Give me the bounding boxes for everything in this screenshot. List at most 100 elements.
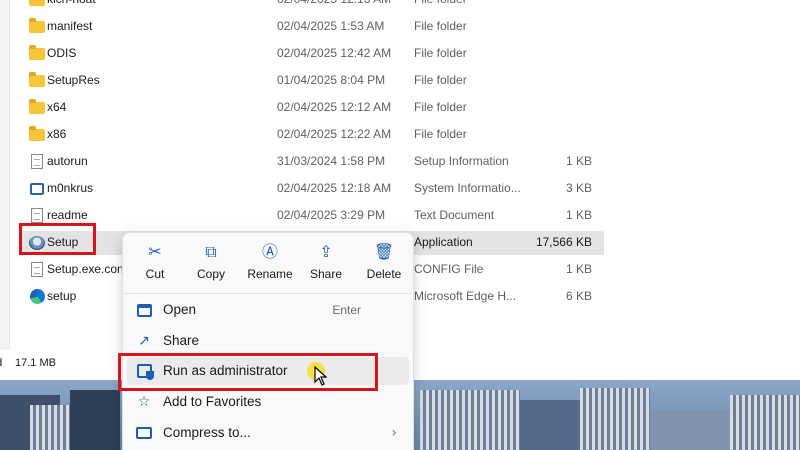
- file-row-x86[interactable]: x86 02/04/2025 12:22 AM File folder: [20, 121, 600, 148]
- file-icon-cell: [28, 283, 46, 310]
- file-row-x64[interactable]: x64 02/04/2025 12:12 AM File folder: [20, 94, 600, 121]
- file-name[interactable]: ODIS: [47, 40, 129, 67]
- quick-action-label: Rename: [247, 267, 293, 281]
- file-type: File folder: [414, 127, 467, 141]
- setup-highlight-box: [19, 223, 96, 255]
- file-type: File folder: [414, 73, 467, 87]
- file-size: 17,566 KB: [535, 235, 592, 249]
- copy-icon: ⧉: [205, 242, 217, 261]
- delete-icon: 🗑: [373, 242, 395, 261]
- shortcut-hint: Enter: [332, 303, 361, 317]
- folder-icon: [29, 71, 45, 87]
- file-size: 1 KB: [565, 262, 592, 276]
- file-row-setupres[interactable]: SetupRes 01/04/2025 8:04 PM File folder: [20, 67, 600, 94]
- menu-item-label: Open: [163, 302, 197, 317]
- file-icon-cell: [28, 94, 46, 121]
- quick-action-label: Copy: [196, 267, 225, 281]
- file-row-kich-hoat[interactable]: kich-hoat 02/04/2025 12:13 AM File folder: [20, 0, 600, 13]
- file-name[interactable]: autorun: [47, 148, 129, 175]
- file-date-modified: 02/04/2025 3:29 PM: [277, 208, 386, 222]
- open-icon: [135, 301, 153, 319]
- file-date-modified: 02/04/2025 1:53 AM: [277, 19, 385, 33]
- menu-item-open[interactable]: Open Enter: [127, 296, 409, 324]
- status-selected-size: 17.1 MB: [15, 357, 56, 369]
- file-type: File folder: [414, 0, 524, 13]
- setup-info-icon: [31, 154, 43, 169]
- delete-button[interactable]: 🗑 Delete: [356, 241, 412, 285]
- file-row-autorun[interactable]: autorun 31/03/2024 1:58 PM Setup Informati…: [20, 148, 600, 175]
- share-icon: ↗: [138, 333, 150, 349]
- folder-icon: [29, 0, 45, 6]
- file-type: Text Document: [414, 208, 495, 222]
- compress-icon: [135, 424, 153, 442]
- file-icon-cell: [28, 0, 46, 13]
- share-icon: ⇪: [319, 242, 333, 261]
- file-type: Application: [414, 235, 473, 249]
- quick-actions-bar: ✂ Cut ⧉ Copy Ⓐ Rename ⇪ Share 🗑 Delete: [123, 233, 413, 291]
- cut-button[interactable]: ✂ Cut: [127, 241, 183, 285]
- file-type: CONFIG File: [414, 262, 484, 276]
- text-document-icon: [31, 208, 43, 223]
- folder-icon: [29, 98, 45, 114]
- folder-icon: [29, 125, 45, 141]
- file-icon-cell: [28, 148, 46, 175]
- menu-item-add-to-favorites[interactable]: ☆ Add to Favorites: [127, 388, 409, 416]
- file-icon-cell: [28, 175, 46, 202]
- run-as-admin-highlight-box: [118, 353, 378, 391]
- mouse-pointer-icon: [314, 366, 328, 386]
- chevron-right-icon: ›: [391, 425, 397, 441]
- file-name[interactable]: setup: [47, 283, 129, 310]
- system-info-icon: [30, 182, 44, 195]
- file-name[interactable]: x86: [47, 121, 129, 148]
- file-row-odis[interactable]: ODIS 02/04/2025 12:42 AM File folder: [20, 40, 600, 67]
- file-name[interactable]: kich-hoat: [47, 0, 129, 13]
- file-date-modified: 02/04/2025 12:42 AM: [277, 46, 392, 60]
- file-date-modified: 31/03/2024 1:58 PM: [277, 154, 386, 168]
- quick-action-label: Share: [309, 267, 343, 281]
- file-name[interactable]: manifest: [47, 13, 129, 40]
- file-icon-cell: [28, 40, 46, 67]
- quick-action-label: Cut: [145, 267, 165, 281]
- copy-button[interactable]: ⧉ Copy: [183, 241, 239, 285]
- menu-item-label: Add to Favorites: [163, 394, 262, 409]
- file-size: 1 KB: [565, 208, 592, 222]
- rename-button[interactable]: Ⓐ Rename: [242, 241, 298, 285]
- file-type: File folder: [414, 19, 467, 33]
- navigation-pane-edge[interactable]: [0, 0, 10, 350]
- file-name[interactable]: m0nkrus: [47, 175, 129, 202]
- file-icon-cell: [28, 13, 46, 40]
- menu-item-share[interactable]: ↗ Share: [127, 327, 409, 355]
- file-type: Microsoft Edge H...: [414, 289, 517, 303]
- folder-icon: [29, 44, 45, 60]
- context-menu: ✂ Cut ⧉ Copy Ⓐ Rename ⇪ Share 🗑 Delete Open Enter ↗…: [122, 232, 414, 450]
- menu-item-label: Compress to...: [163, 425, 251, 440]
- file-date-modified: 01/04/2025 8:04 PM: [277, 73, 386, 87]
- file-type: Setup Information: [414, 154, 509, 168]
- file-type: System Informatio...: [414, 181, 521, 195]
- file-size: 6 KB: [565, 289, 592, 303]
- file-row-manifest[interactable]: manifest 02/04/2025 1:53 AM File folder: [20, 13, 600, 40]
- file-name[interactable]: SetupRes: [47, 67, 129, 94]
- file-date-modified: 02/04/2025 12:13 AM: [277, 0, 407, 13]
- menu-item-label: Share: [163, 333, 200, 348]
- file-type: File folder: [414, 100, 467, 114]
- share-button[interactable]: ⇪ Share: [298, 241, 354, 285]
- menu-item-compress-to[interactable]: Compress to... ›: [127, 419, 409, 447]
- star-icon: ☆: [137, 394, 151, 410]
- quick-action-label: Delete: [366, 267, 402, 281]
- folder-icon: [29, 17, 45, 33]
- file-name[interactable]: x64: [47, 94, 129, 121]
- file-icon-cell: [28, 256, 46, 283]
- file-name[interactable]: Setup.exe.config: [47, 256, 129, 283]
- file-date-modified: 02/04/2025 12:22 AM: [277, 127, 392, 141]
- file-date-modified: 02/04/2025 12:12 AM: [277, 100, 392, 114]
- file-size: 1 KB: [565, 154, 592, 168]
- file-type: File folder: [414, 46, 467, 60]
- file-row-m0nkrus[interactable]: m0nkrus 02/04/2025 12:18 AM System Informa…: [20, 175, 600, 202]
- menu-separator: [123, 293, 413, 294]
- file-icon-cell: [28, 67, 46, 94]
- file-date-modified: 02/04/2025 12:18 AM: [277, 181, 392, 195]
- cut-icon: ✂: [148, 242, 162, 261]
- file-row-readme[interactable]: readme 02/04/2025 3:29 PM Text Document 1 K…: [20, 202, 600, 229]
- file-icon-cell: [28, 121, 46, 148]
